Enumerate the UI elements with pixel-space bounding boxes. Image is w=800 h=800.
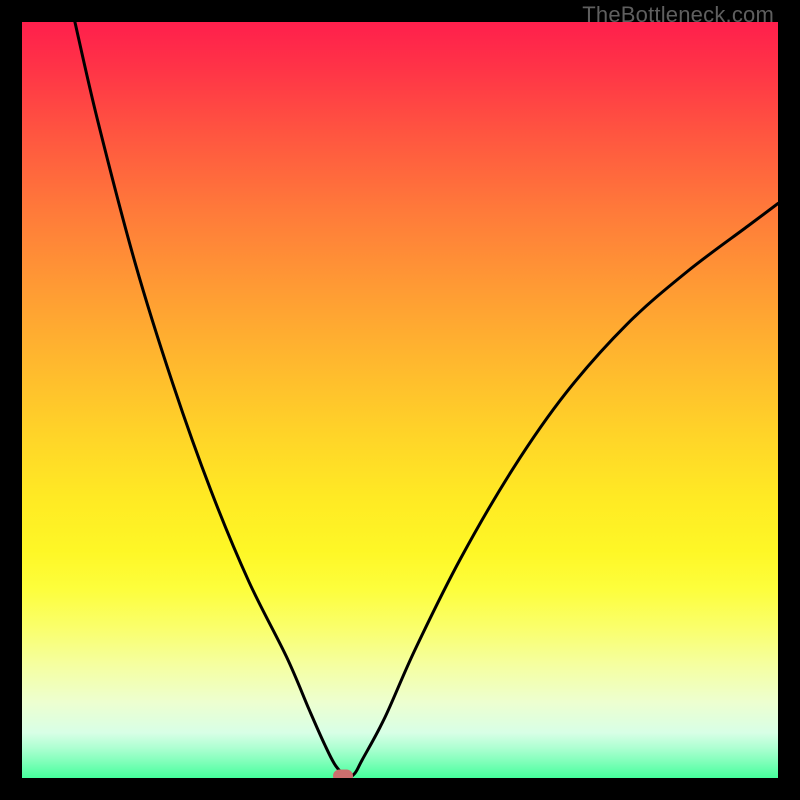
gradient-background xyxy=(22,22,778,778)
optimal-point-marker xyxy=(333,770,353,778)
plot-area xyxy=(22,22,778,778)
chart-container: TheBottleneck.com xyxy=(0,0,800,800)
